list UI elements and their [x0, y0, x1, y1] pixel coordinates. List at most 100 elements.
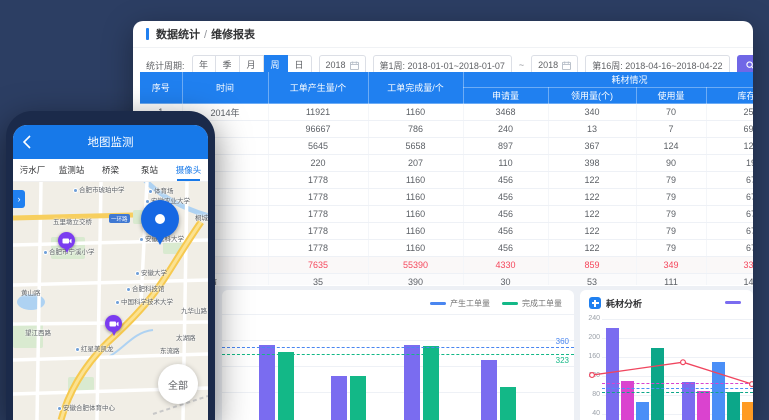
tab-监测站[interactable]: 监测站 — [52, 159, 91, 181]
legend-item[interactable]: 完成工单量 — [502, 298, 562, 309]
start-year-value: 2018 — [326, 60, 346, 70]
map-view[interactable]: › 全部 合肥市琥珀中学体育场安徽农业大学桐城路五里墩立交桥合肥市宁溪小学安徽医… — [13, 182, 208, 420]
average-row: 平均值353903053111140 — [140, 274, 753, 286]
gridline — [222, 340, 574, 341]
search-icon — [746, 61, 753, 70]
cell-value: 129 — [706, 138, 753, 155]
cell-value: 79 — [636, 206, 706, 223]
back-chevron-icon — [23, 135, 31, 149]
cell-value: 7 — [636, 121, 706, 138]
cell-value: 456 — [463, 223, 548, 240]
map-label-text: 太湖路 — [176, 335, 196, 342]
map-label: 合肥科技馆 — [126, 283, 165, 293]
tab-桥梁[interactable]: 桥梁 — [91, 159, 130, 181]
tab-污水厂[interactable]: 污水厂 — [13, 159, 52, 181]
col-header-completed: 工单完成量/个 — [368, 72, 463, 104]
map-expand-button[interactable]: › — [13, 190, 25, 208]
table-row: 177811604561227967 — [140, 206, 753, 223]
phone-screen: 地图监测 污水厂监测站桥梁泵站摄像头 — [13, 125, 208, 420]
charts-section: 产生工单量完成工单量 360323 耗材分析 2402001601208040 — [133, 286, 753, 420]
bar-generated — [404, 345, 420, 420]
map-label: 红星美凯龙 — [75, 343, 114, 353]
cell-value: 96667 — [268, 121, 368, 138]
cell-value: 35 — [268, 274, 368, 286]
tab-摄像头[interactable]: 摄像头 — [169, 159, 208, 181]
calendar-icon — [350, 61, 359, 70]
trend-line — [580, 316, 753, 420]
col-group-consumables: 耗材情况 — [463, 72, 753, 88]
map-label-text: 体育场 — [154, 188, 174, 195]
cell-value: 456 — [463, 172, 548, 189]
cell-value: 456 — [463, 240, 548, 257]
bar-generated — [259, 345, 275, 420]
cell-value: 67 — [706, 206, 753, 223]
camera-marker-tail — [111, 330, 117, 336]
table-row: 177811604561227967 — [140, 240, 753, 257]
camera-marker[interactable] — [105, 315, 122, 337]
map-label: 合肥市琥珀中学 — [73, 184, 125, 194]
map-label: 黄山路 — [21, 287, 41, 297]
col-header-time: 时间 — [182, 72, 268, 104]
page: 数据统计/维修报表 统计周期: 年季月周日 2018 第1周: 2018-01-… — [0, 0, 769, 420]
table-row: 177811604561227967 — [140, 189, 753, 206]
range-separator: ~ — [519, 60, 524, 70]
sub-col-header: 领用量(个) — [548, 88, 636, 104]
cell-value: 19 — [706, 155, 753, 172]
cell-value: 1160 — [368, 172, 463, 189]
cell-value: 1160 — [368, 189, 463, 206]
legend-dash — [725, 301, 741, 304]
gridline — [222, 314, 574, 315]
cell-value: 30 — [463, 274, 548, 286]
tab-泵站[interactable]: 泵站 — [130, 159, 169, 181]
back-button[interactable] — [23, 135, 31, 154]
reference-line-label: 360 — [556, 337, 569, 346]
map-label-text: 九华山路 — [181, 308, 207, 315]
map-label: 中国科学技术大学 — [115, 296, 173, 306]
map-label-text: 东流路 — [160, 348, 180, 355]
table-row: 96667786240137690 — [140, 121, 753, 138]
cell-value: 5645 — [268, 138, 368, 155]
selected-location-marker[interactable] — [141, 200, 179, 248]
table-row: 2202071103989019 — [140, 155, 753, 172]
map-label: 望江西路 — [25, 327, 51, 337]
table-row: 56455658897367124129 — [140, 138, 753, 155]
cell-value: 55390 — [368, 257, 463, 274]
period-label: 统计周期: — [146, 59, 185, 72]
cell-value: 207 — [368, 155, 463, 172]
bar-completed — [350, 376, 366, 420]
map-all-button[interactable]: 全部 — [158, 364, 198, 404]
col-header-no: 序号 — [140, 72, 182, 104]
cell-value: 122 — [548, 172, 636, 189]
poi-dot-icon — [126, 287, 131, 292]
cell-value: 79 — [636, 189, 706, 206]
cell-value: 786 — [368, 121, 463, 138]
chart-legend — [725, 301, 745, 304]
cell-value: 122 — [548, 223, 636, 240]
cell-value: 349 — [636, 257, 706, 274]
camera-icon — [62, 237, 72, 245]
app-title: 地图监测 — [88, 134, 134, 150]
cell-value: 13 — [548, 121, 636, 138]
cell-value: 5658 — [368, 138, 463, 155]
breadcrumb-section: 数据统计 — [156, 29, 200, 41]
camera-marker[interactable] — [58, 232, 75, 254]
legend-dash — [430, 302, 446, 305]
cell-value: 1778 — [268, 189, 368, 206]
legend-dash — [502, 302, 518, 305]
cell-value: 690 — [706, 121, 753, 138]
cell-value: 1160 — [368, 223, 463, 240]
cell-value: 4330 — [463, 257, 548, 274]
legend-item[interactable]: 产生工单量 — [430, 298, 490, 309]
end-year-value: 2018 — [538, 60, 558, 70]
legend-label: 完成工单量 — [522, 299, 562, 308]
map-label-text: 五里墩立交桥 — [53, 219, 92, 226]
cell-value: 1778 — [268, 240, 368, 257]
cell-value: 67 — [706, 172, 753, 189]
cell-value: 859 — [548, 257, 636, 274]
chart-legend: 产生工单量 完成工单量 — [430, 298, 562, 309]
table-row: 177811604561227967 — [140, 172, 753, 189]
dashboard-window: 数据统计/维修报表 统计周期: 年季月周日 2018 第1周: 2018-01-… — [133, 21, 753, 420]
cell-value: 70 — [636, 104, 706, 121]
cell-value: 333 — [706, 257, 753, 274]
camera-marker-tail — [64, 247, 70, 253]
